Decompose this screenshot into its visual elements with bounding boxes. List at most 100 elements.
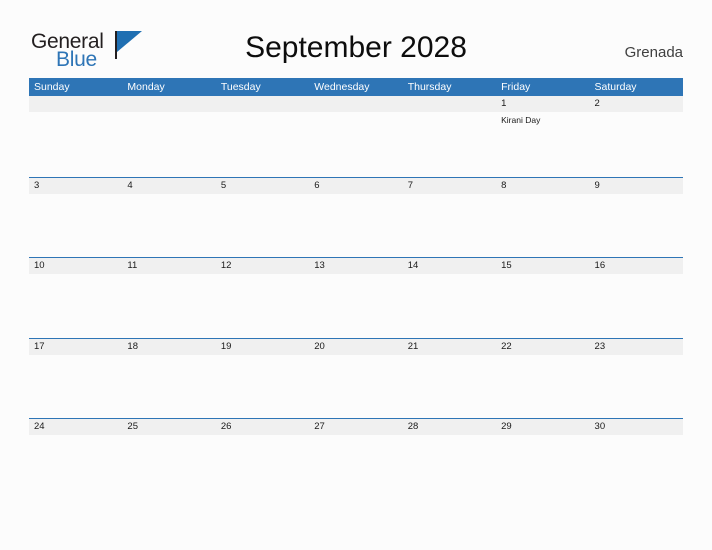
- week-event-band: [29, 355, 683, 418]
- day-cell[interactable]: 26: [216, 419, 309, 435]
- day-events[interactable]: [590, 274, 683, 337]
- day-cell[interactable]: 12: [216, 258, 309, 274]
- day-cell[interactable]: 28: [403, 419, 496, 435]
- day-cell[interactable]: 4: [122, 178, 215, 194]
- week-date-band: 12: [29, 96, 683, 112]
- day-cell[interactable]: 7: [403, 178, 496, 194]
- day-events[interactable]: [309, 274, 402, 337]
- calendar-week-row: 24 25 26 27 28 29 30: [29, 418, 683, 499]
- weekday-header-saturday: Saturday: [594, 81, 637, 93]
- day-cell[interactable]: 6: [309, 178, 402, 194]
- day-events[interactable]: [216, 435, 309, 498]
- calendar-weeks: 1 2 Kirani Day 3 4 5 6 7 8 9 10 11 12 13 14 15 16 17 18 19 2…: [29, 96, 683, 499]
- week-event-band: Kirani Day: [29, 112, 683, 175]
- day-events[interactable]: [122, 435, 215, 498]
- day-cell[interactable]: 21: [403, 339, 496, 355]
- day-cell[interactable]: [309, 96, 402, 112]
- day-events[interactable]: [309, 112, 402, 175]
- day-events[interactable]: [403, 435, 496, 498]
- weekday-header-thursday: Thursday: [407, 81, 452, 93]
- week-event-band: [29, 274, 683, 337]
- day-number: 15: [501, 260, 512, 271]
- day-cell[interactable]: [122, 96, 215, 112]
- weekday-header-sunday: Sunday: [34, 81, 70, 93]
- day-events[interactable]: [216, 274, 309, 337]
- day-events[interactable]: [309, 355, 402, 418]
- day-events[interactable]: [590, 355, 683, 418]
- day-events[interactable]: [29, 435, 122, 498]
- day-cell[interactable]: [403, 96, 496, 112]
- page-header: General Blue September 2028 Grenada: [0, 0, 712, 76]
- day-cell[interactable]: 27: [309, 419, 402, 435]
- day-events[interactable]: [29, 355, 122, 418]
- day-events[interactable]: [403, 112, 496, 175]
- day-number: 17: [34, 340, 45, 352]
- day-cell[interactable]: 24: [29, 419, 122, 435]
- day-number: 25: [127, 421, 138, 432]
- day-number: 26: [220, 421, 232, 432]
- day-cell[interactable]: 25: [122, 419, 215, 435]
- day-cell[interactable]: 30: [590, 419, 683, 435]
- day-events[interactable]: [29, 194, 122, 257]
- day-number: 3: [34, 179, 40, 191]
- day-events[interactable]: [496, 435, 589, 498]
- holiday-event: Kirani Day: [501, 115, 541, 125]
- day-cell[interactable]: 14: [403, 258, 496, 274]
- day-events[interactable]: [29, 112, 122, 175]
- calendar-week-row: 17 18 19 20 21 22 23: [29, 337, 683, 419]
- day-events[interactable]: [590, 435, 683, 498]
- day-cell[interactable]: 1: [496, 96, 589, 112]
- day-events[interactable]: [496, 355, 589, 418]
- day-events[interactable]: [403, 355, 496, 418]
- day-events[interactable]: [590, 194, 683, 257]
- day-cell[interactable]: 5: [216, 178, 309, 194]
- day-events[interactable]: [309, 194, 402, 257]
- calendar-grid: Sunday Monday Tuesday Wednesday Thursday…: [29, 78, 683, 499]
- day-cell[interactable]: [216, 96, 309, 112]
- day-cell[interactable]: 15: [496, 258, 589, 274]
- day-events[interactable]: [122, 194, 215, 257]
- day-cell[interactable]: 18: [122, 339, 215, 355]
- day-cell[interactable]: 13: [309, 258, 402, 274]
- day-cell[interactable]: 9: [590, 178, 683, 194]
- day-cell[interactable]: 23: [590, 339, 683, 355]
- day-events[interactable]: [122, 112, 215, 175]
- day-number: 20: [314, 340, 325, 352]
- day-events[interactable]: [216, 112, 309, 175]
- day-cell[interactable]: 17: [29, 339, 122, 355]
- day-events[interactable]: [216, 355, 309, 418]
- day-number: 9: [594, 179, 600, 191]
- day-number: 22: [501, 340, 512, 352]
- day-cell[interactable]: 3: [29, 178, 122, 194]
- day-events[interactable]: Kirani Day: [496, 112, 589, 175]
- day-cell[interactable]: 29: [496, 419, 589, 435]
- day-cell[interactable]: 20: [309, 339, 402, 355]
- day-cell[interactable]: 8: [496, 178, 589, 194]
- day-events[interactable]: [496, 274, 589, 337]
- day-number: 30: [594, 421, 606, 432]
- day-cell[interactable]: 22: [496, 339, 589, 355]
- day-cell[interactable]: 2: [590, 96, 683, 112]
- day-cell[interactable]: [29, 96, 122, 112]
- day-events[interactable]: [496, 194, 589, 257]
- day-number: 23: [594, 340, 606, 352]
- day-number: 6: [314, 179, 320, 191]
- day-cell[interactable]: 19: [216, 339, 309, 355]
- day-cell[interactable]: 16: [590, 258, 683, 274]
- day-events[interactable]: [29, 274, 122, 337]
- week-event-band: [29, 194, 683, 257]
- day-cell[interactable]: 10: [29, 258, 122, 274]
- day-events[interactable]: [309, 435, 402, 498]
- day-events[interactable]: [590, 112, 683, 175]
- day-number: 29: [501, 421, 512, 432]
- day-events[interactable]: [216, 194, 309, 257]
- day-number: 5: [220, 179, 227, 191]
- day-events[interactable]: [122, 355, 215, 418]
- day-events[interactable]: [122, 274, 215, 337]
- week-date-band: 24 25 26 27 28 29 30: [29, 418, 683, 435]
- day-number: 7: [407, 179, 413, 191]
- day-events[interactable]: [403, 194, 496, 257]
- day-number: 12: [220, 260, 232, 271]
- day-events[interactable]: [403, 274, 496, 337]
- day-cell[interactable]: 11: [122, 258, 215, 274]
